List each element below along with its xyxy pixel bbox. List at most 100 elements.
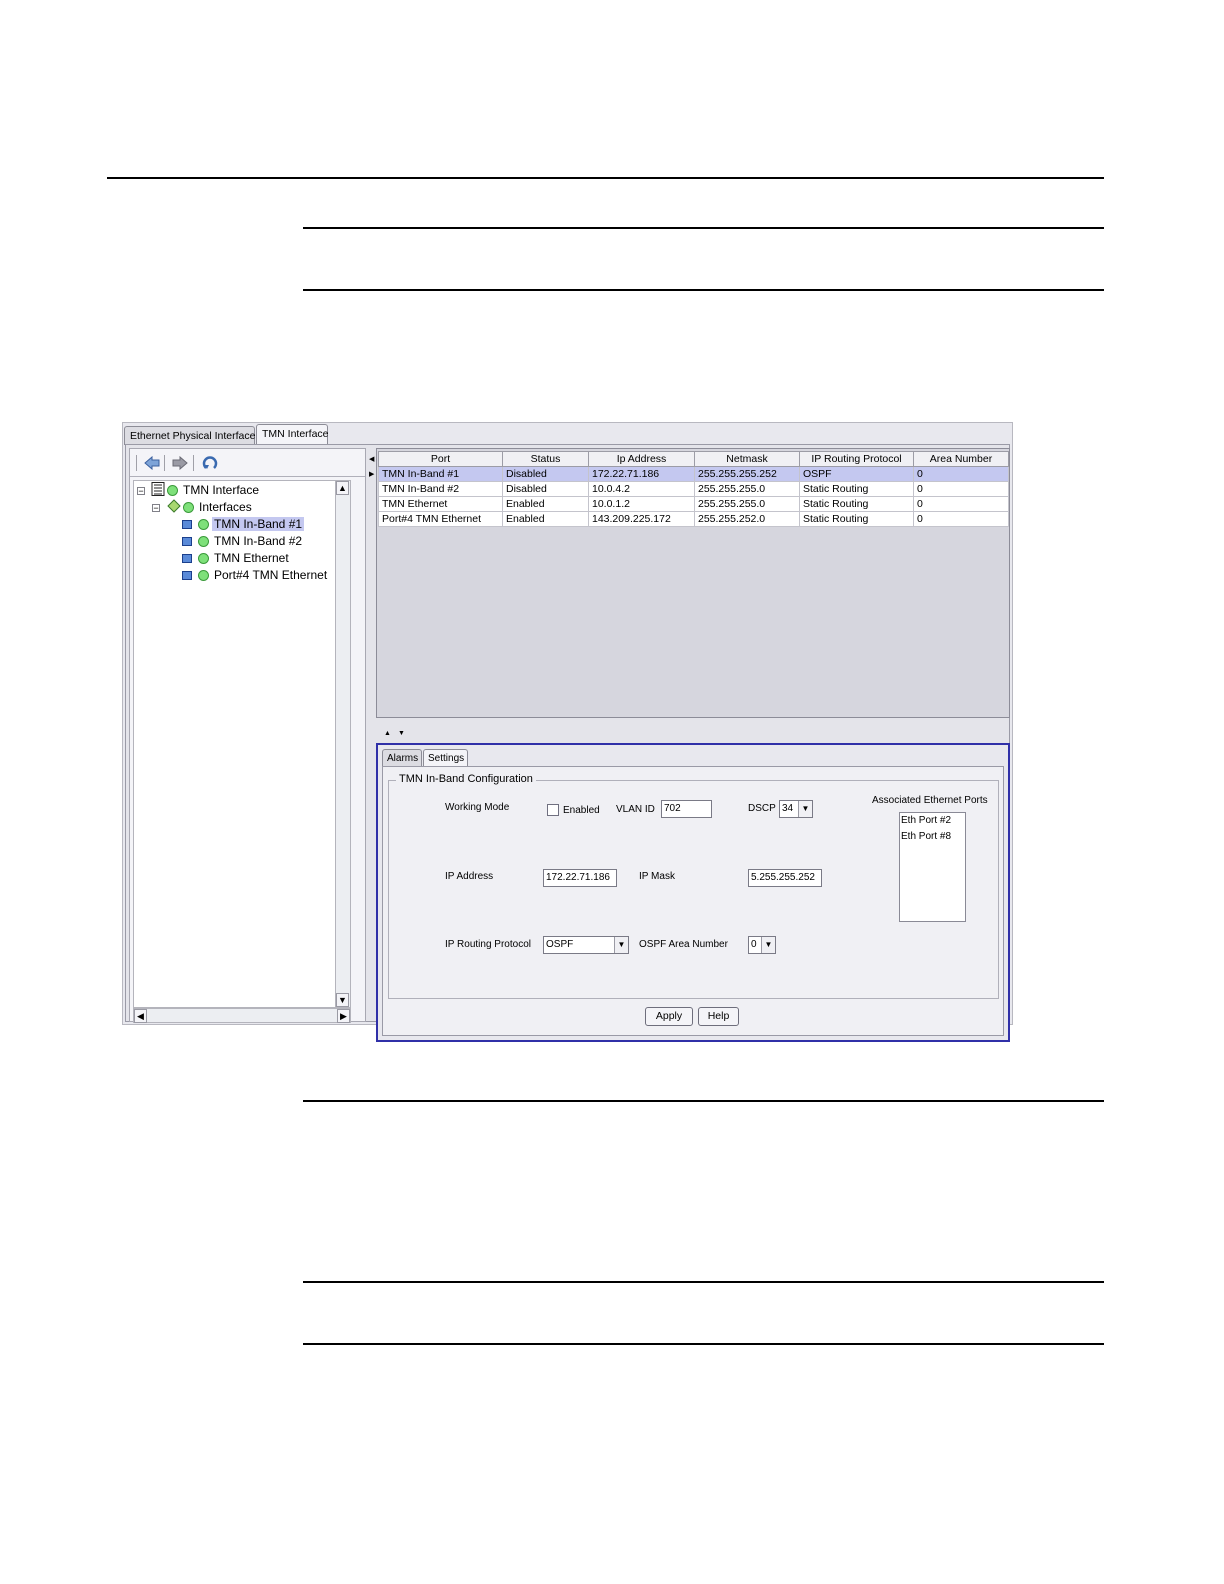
table-cell: Disabled bbox=[502, 466, 589, 482]
table-cell: OSPF bbox=[799, 466, 914, 482]
routing-protocol-label: IP Routing Protocol bbox=[445, 939, 531, 950]
tab-content: − TMN Interface − Interfaces TMN In-Band… bbox=[125, 444, 1010, 1042]
table-row[interactable]: Port#4 TMN Ethernet Enabled 143.209.225.… bbox=[378, 511, 1009, 527]
tree-pane: − TMN Interface − Interfaces TMN In-Band… bbox=[129, 448, 366, 1023]
enabled-checkbox[interactable] bbox=[547, 804, 559, 816]
forward-arrow-icon bbox=[172, 456, 188, 470]
chevron-down-icon: ▼ bbox=[614, 937, 628, 953]
chevron-down-icon: ▼ bbox=[798, 801, 812, 817]
ports-table-pane: Port Status Ip Address Netmask IP Routin… bbox=[376, 448, 1010, 718]
column-header-netmask[interactable]: Netmask bbox=[694, 451, 800, 467]
tree-horizontal-scrollbar[interactable]: ◀ ▶ bbox=[133, 1008, 351, 1023]
column-header-ip-address[interactable]: Ip Address bbox=[588, 451, 695, 467]
tree-view[interactable]: − TMN Interface − Interfaces TMN In-Band… bbox=[133, 480, 351, 1008]
status-ok-icon bbox=[198, 570, 209, 581]
tree-item-tmn-interface[interactable]: TMN Interface bbox=[151, 482, 261, 498]
ip-mask-label: IP Mask bbox=[639, 871, 675, 882]
help-button[interactable]: Help bbox=[698, 1007, 739, 1026]
table-cell: 10.0.4.2 bbox=[588, 481, 695, 497]
tree-item-interfaces[interactable]: Interfaces bbox=[167, 499, 254, 515]
associated-ports-list[interactable]: Eth Port #2 Eth Port #8 bbox=[899, 812, 966, 922]
tab-alarms[interactable]: Alarms bbox=[382, 749, 422, 767]
routing-protocol-value: OSPF bbox=[546, 939, 574, 950]
rack-icon bbox=[151, 482, 165, 496]
tab-tmn-interface[interactable]: TMN Interface bbox=[256, 424, 329, 445]
tree-toolbar bbox=[130, 449, 365, 477]
table-row[interactable]: TMN In-Band #2 Disabled 10.0.4.2 255.255… bbox=[378, 481, 1009, 497]
collapse-toggle[interactable]: − bbox=[152, 504, 160, 513]
chevron-down-icon: ▼ bbox=[761, 937, 775, 953]
section-rule-5 bbox=[303, 1343, 1104, 1345]
list-item[interactable]: Eth Port #2 bbox=[900, 813, 965, 829]
dscp-select[interactable]: 34 ▼ bbox=[779, 800, 813, 818]
scroll-down-button[interactable]: ▼ bbox=[336, 993, 349, 1007]
associated-ports-label: Associated Ethernet Ports bbox=[872, 795, 988, 806]
details-pane: Alarms Settings TMN In-Band Configuratio… bbox=[376, 743, 1010, 1042]
split-collapse-up-icon[interactable]: ▲ bbox=[384, 730, 391, 737]
port-icon bbox=[182, 537, 192, 546]
back-arrow-icon bbox=[144, 456, 160, 470]
status-ok-icon bbox=[167, 485, 178, 496]
toolbar-separator bbox=[193, 455, 194, 471]
tree-item-label: TMN Ethernet bbox=[214, 551, 289, 565]
table-cell: Static Routing bbox=[799, 496, 914, 512]
table-cell: 255.255.255.252 bbox=[694, 466, 800, 482]
port-icon bbox=[182, 554, 192, 563]
group-title: TMN In-Band Configuration bbox=[396, 773, 536, 785]
split-expand-right-icon[interactable]: ▶ bbox=[369, 470, 374, 478]
table-cell: Enabled bbox=[502, 511, 589, 527]
column-header-port[interactable]: Port bbox=[378, 451, 503, 467]
table-cell: 0 bbox=[913, 511, 1009, 527]
tree-item-label: Port#4 TMN Ethernet bbox=[214, 568, 328, 582]
tree-vertical-scrollbar[interactable]: ▲ ▼ bbox=[335, 481, 350, 1007]
tree-item-tmn-in-band-2[interactable]: TMN In-Band #2 bbox=[182, 533, 304, 549]
ip-mask-input[interactable]: 5.255.255.252 bbox=[748, 869, 822, 887]
section-rule-3 bbox=[303, 1100, 1104, 1102]
collapse-toggle[interactable]: − bbox=[137, 487, 145, 496]
settings-panel: TMN In-Band Configuration Working Mode E… bbox=[382, 766, 1004, 1036]
routing-protocol-select[interactable]: OSPF ▼ bbox=[543, 936, 629, 954]
vlan-id-label: VLAN ID bbox=[616, 804, 655, 815]
column-header-area-number[interactable]: Area Number bbox=[913, 451, 1009, 467]
table-cell: Enabled bbox=[502, 496, 589, 512]
forward-button[interactable] bbox=[170, 453, 190, 473]
tree-item-label: TMN In-Band #1 bbox=[212, 517, 305, 531]
vlan-id-input[interactable]: 702 bbox=[661, 800, 712, 818]
table-header-row: Port Status Ip Address Netmask IP Routin… bbox=[378, 451, 1009, 467]
status-ok-icon bbox=[198, 536, 209, 547]
back-button[interactable] bbox=[142, 453, 162, 473]
tmn-inband-config-group: TMN In-Band Configuration Working Mode E… bbox=[388, 773, 999, 999]
tree-item-port4-tmn-ethernet[interactable]: Port#4 TMN Ethernet bbox=[182, 567, 329, 583]
tab-settings[interactable]: Settings bbox=[423, 749, 468, 767]
tab-ethernet-physical-interface[interactable]: Ethernet Physical Interface bbox=[124, 426, 255, 445]
table-cell: 10.0.1.2 bbox=[588, 496, 695, 512]
refresh-button[interactable] bbox=[200, 453, 220, 473]
ospf-area-select[interactable]: 0 ▼ bbox=[748, 936, 776, 954]
column-header-routing-protocol[interactable]: IP Routing Protocol bbox=[799, 451, 914, 467]
tree-item-label: Interfaces bbox=[199, 500, 252, 514]
table-row[interactable]: TMN Ethernet Enabled 10.0.1.2 255.255.25… bbox=[378, 496, 1009, 512]
column-header-status[interactable]: Status bbox=[502, 451, 589, 467]
enabled-label: Enabled bbox=[563, 805, 600, 816]
ports-table: Port Status Ip Address Netmask IP Routin… bbox=[378, 451, 1009, 527]
tree-item-tmn-ethernet[interactable]: TMN Ethernet bbox=[182, 550, 291, 566]
split-expand-down-icon[interactable]: ▼ bbox=[398, 730, 405, 737]
table-cell: TMN In-Band #1 bbox=[378, 466, 503, 482]
ip-address-input[interactable]: 172.22.71.186 bbox=[543, 869, 617, 887]
section-rule-1 bbox=[303, 227, 1104, 229]
refresh-icon bbox=[202, 456, 218, 469]
table-cell: Static Routing bbox=[799, 511, 914, 527]
table-row[interactable]: TMN In-Band #1 Disabled 172.22.71.186 25… bbox=[378, 466, 1009, 482]
tree-item-tmn-in-band-1[interactable]: TMN In-Band #1 bbox=[182, 516, 305, 532]
working-mode-label: Working Mode bbox=[445, 802, 510, 813]
table-cell: TMN In-Band #2 bbox=[378, 481, 503, 497]
apply-button[interactable]: Apply bbox=[645, 1007, 693, 1026]
section-rule-2 bbox=[303, 289, 1104, 291]
split-collapse-left-icon[interactable]: ◀ bbox=[369, 455, 374, 463]
scroll-left-button[interactable]: ◀ bbox=[134, 1009, 147, 1023]
status-ok-icon bbox=[198, 553, 209, 564]
scroll-up-button[interactable]: ▲ bbox=[336, 481, 349, 495]
scroll-right-button[interactable]: ▶ bbox=[337, 1009, 350, 1023]
list-item[interactable]: Eth Port #8 bbox=[900, 829, 965, 845]
dscp-label: DSCP bbox=[748, 803, 776, 814]
